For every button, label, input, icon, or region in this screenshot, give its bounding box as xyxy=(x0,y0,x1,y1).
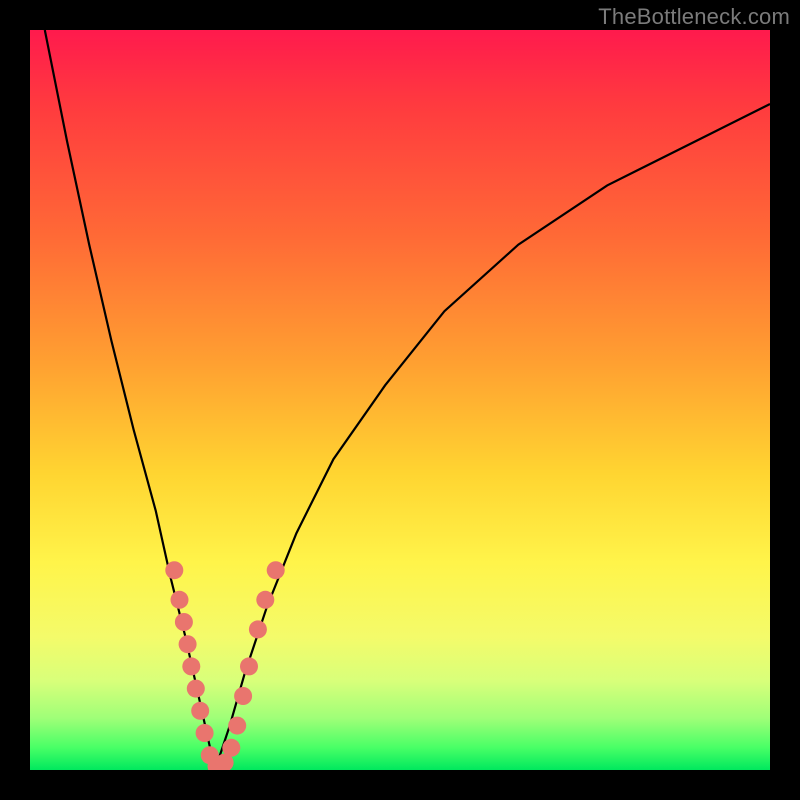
sample-dot xyxy=(187,680,205,698)
sample-dot xyxy=(240,657,258,675)
sample-dot xyxy=(171,591,189,609)
watermark-text: TheBottleneck.com xyxy=(598,4,790,30)
sample-dot xyxy=(196,724,214,742)
outer-frame: TheBottleneck.com xyxy=(0,0,800,800)
chart-svg xyxy=(30,30,770,770)
sample-dot xyxy=(222,739,240,757)
sample-dot xyxy=(179,635,197,653)
bottleneck-curve xyxy=(45,30,770,770)
sample-dot xyxy=(234,687,252,705)
sample-dot xyxy=(165,561,183,579)
sample-dot xyxy=(228,717,246,735)
plot-area xyxy=(30,30,770,770)
sample-dot xyxy=(182,657,200,675)
sample-dot xyxy=(175,613,193,631)
sample-dot xyxy=(191,702,209,720)
sample-dot xyxy=(256,591,274,609)
sample-dot xyxy=(249,620,267,638)
sample-dot xyxy=(267,561,285,579)
